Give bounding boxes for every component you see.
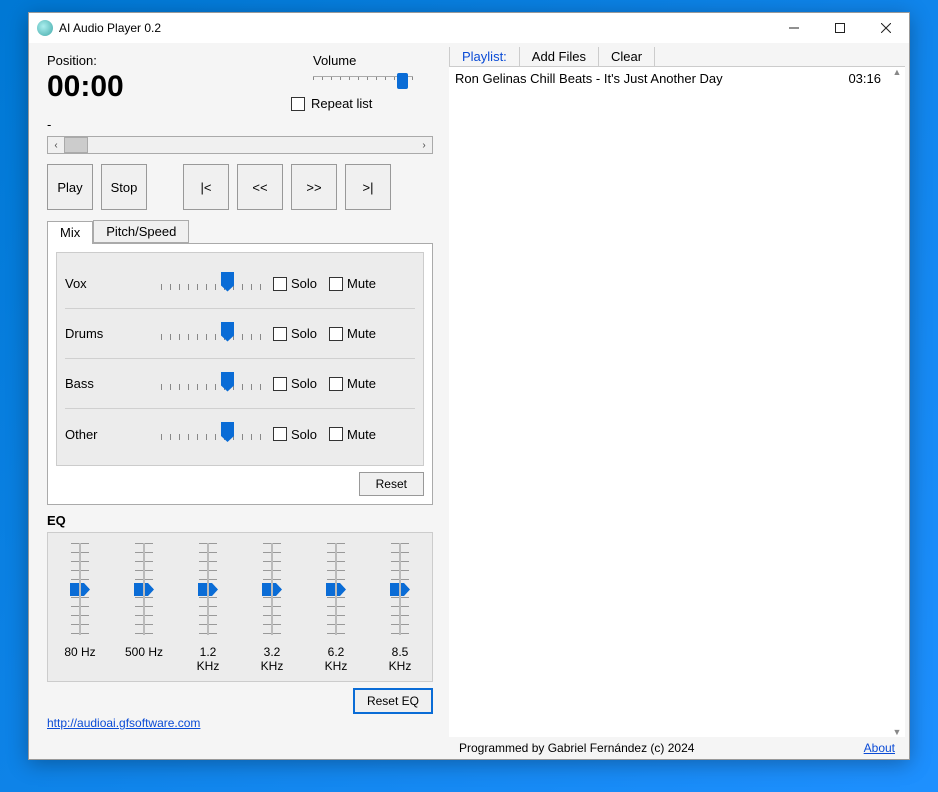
mix-row-bass: Bass Solo Mute <box>65 359 415 409</box>
maximize-button[interactable] <box>817 13 863 43</box>
volume-label: Volume <box>313 53 433 68</box>
eq-panel: 80 Hz 500 Hz 1.2 KHz 3.2 KHz 6.2 KHz 8.5… <box>47 532 433 682</box>
first-button[interactable]: |< <box>183 164 229 210</box>
mix-label: Bass <box>65 376 155 391</box>
repeat-label: Repeat list <box>311 96 372 111</box>
mute-checkbox-drums[interactable] <box>329 327 343 341</box>
repeat-checkbox[interactable] <box>291 97 305 111</box>
reset-eq-button[interactable]: Reset EQ <box>353 688 433 714</box>
chevron-left-icon[interactable]: ‹ <box>48 140 64 151</box>
mix-row-drums: Drums Solo Mute <box>65 309 415 359</box>
playlist-label: Playlist: <box>449 47 520 66</box>
mix-label: Other <box>65 427 155 442</box>
about-link[interactable]: About <box>864 741 895 755</box>
close-button[interactable] <box>863 13 909 43</box>
app-icon <box>37 20 53 36</box>
chevron-right-icon[interactable]: › <box>416 140 432 151</box>
playlist-item[interactable]: Ron Gelinas Chill Beats - It's Just Anot… <box>449 67 905 90</box>
volume-slider[interactable] <box>313 70 413 92</box>
eq-slider-8.5khz[interactable] <box>380 543 420 635</box>
playlist-item-title: Ron Gelinas Chill Beats - It's Just Anot… <box>455 71 723 86</box>
titlebar: AI Audio Player 0.2 <box>29 13 909 43</box>
website-link[interactable]: http://audioai.gfsoftware.com <box>47 716 200 730</box>
mix-slider-vox[interactable] <box>161 270 261 298</box>
eq-band-label: 6.2 KHz <box>316 645 356 673</box>
eq-band-label: 3.2 KHz <box>252 645 292 673</box>
current-file-label: - <box>47 117 433 132</box>
chevron-up-icon[interactable]: ▲ <box>893 67 902 77</box>
mix-panel: Vox Solo Mute Drums Solo Mute Bass <box>47 243 433 505</box>
mute-checkbox-bass[interactable] <box>329 377 343 391</box>
solo-checkbox-vox[interactable] <box>273 277 287 291</box>
play-button[interactable]: Play <box>47 164 93 210</box>
tab-mix[interactable]: Mix <box>47 221 93 244</box>
playlist-body[interactable]: Ron Gelinas Chill Beats - It's Just Anot… <box>449 67 905 737</box>
forward-button[interactable]: >> <box>291 164 337 210</box>
tab-pitch-speed[interactable]: Pitch/Speed <box>93 220 189 243</box>
window-title: AI Audio Player 0.2 <box>59 21 161 35</box>
solo-checkbox-bass[interactable] <box>273 377 287 391</box>
controls-panel: Position: 00:00 Volume Repeat list - <box>29 43 445 759</box>
last-button[interactable]: >| <box>345 164 391 210</box>
mute-checkbox-vox[interactable] <box>329 277 343 291</box>
clear-playlist-button[interactable]: Clear <box>599 47 655 66</box>
mix-label: Vox <box>65 276 155 291</box>
minimize-button[interactable] <box>771 13 817 43</box>
playlist-panel: Playlist: Add Files Clear Ron Gelinas Ch… <box>445 43 909 759</box>
app-window: AI Audio Player 0.2 Position: 00:00 Vol <box>28 12 910 760</box>
eq-heading: EQ <box>47 513 433 528</box>
position-label: Position: <box>47 53 124 68</box>
rewind-button[interactable]: << <box>237 164 283 210</box>
playlist-item-duration: 03:16 <box>848 71 881 86</box>
mix-row-vox: Vox Solo Mute <box>65 259 415 309</box>
mix-row-other: Other Solo Mute <box>65 409 415 459</box>
playlist-scrollbar[interactable]: ▲ ▼ <box>889 67 905 737</box>
eq-band-label: 80 Hz <box>60 645 100 673</box>
eq-slider-3.2khz[interactable] <box>252 543 292 635</box>
position-time: 00:00 <box>47 70 124 104</box>
position-scrollbar[interactable]: ‹ › <box>47 136 433 154</box>
mix-slider-drums[interactable] <box>161 320 261 348</box>
eq-slider-500hz[interactable] <box>124 543 164 635</box>
mute-checkbox-other[interactable] <box>329 427 343 441</box>
eq-slider-6.2khz[interactable] <box>316 543 356 635</box>
chevron-down-icon[interactable]: ▼ <box>893 727 902 737</box>
mix-slider-other[interactable] <box>161 420 261 448</box>
eq-band-label: 500 Hz <box>124 645 164 673</box>
eq-slider-1.2khz[interactable] <box>188 543 228 635</box>
status-footer: Programmed by Gabriel Fernández (c) 2024… <box>449 737 905 759</box>
reset-mix-button[interactable]: Reset <box>359 472 424 496</box>
eq-band-label: 1.2 KHz <box>188 645 228 673</box>
solo-checkbox-other[interactable] <box>273 427 287 441</box>
mix-label: Drums <box>65 326 155 341</box>
mix-slider-bass[interactable] <box>161 370 261 398</box>
add-files-button[interactable]: Add Files <box>520 47 599 66</box>
stop-button[interactable]: Stop <box>101 164 147 210</box>
credit-text: Programmed by Gabriel Fernández (c) 2024 <box>459 741 694 755</box>
eq-slider-80hz[interactable] <box>60 543 100 635</box>
eq-band-label: 8.5 KHz <box>380 645 420 673</box>
solo-checkbox-drums[interactable] <box>273 327 287 341</box>
